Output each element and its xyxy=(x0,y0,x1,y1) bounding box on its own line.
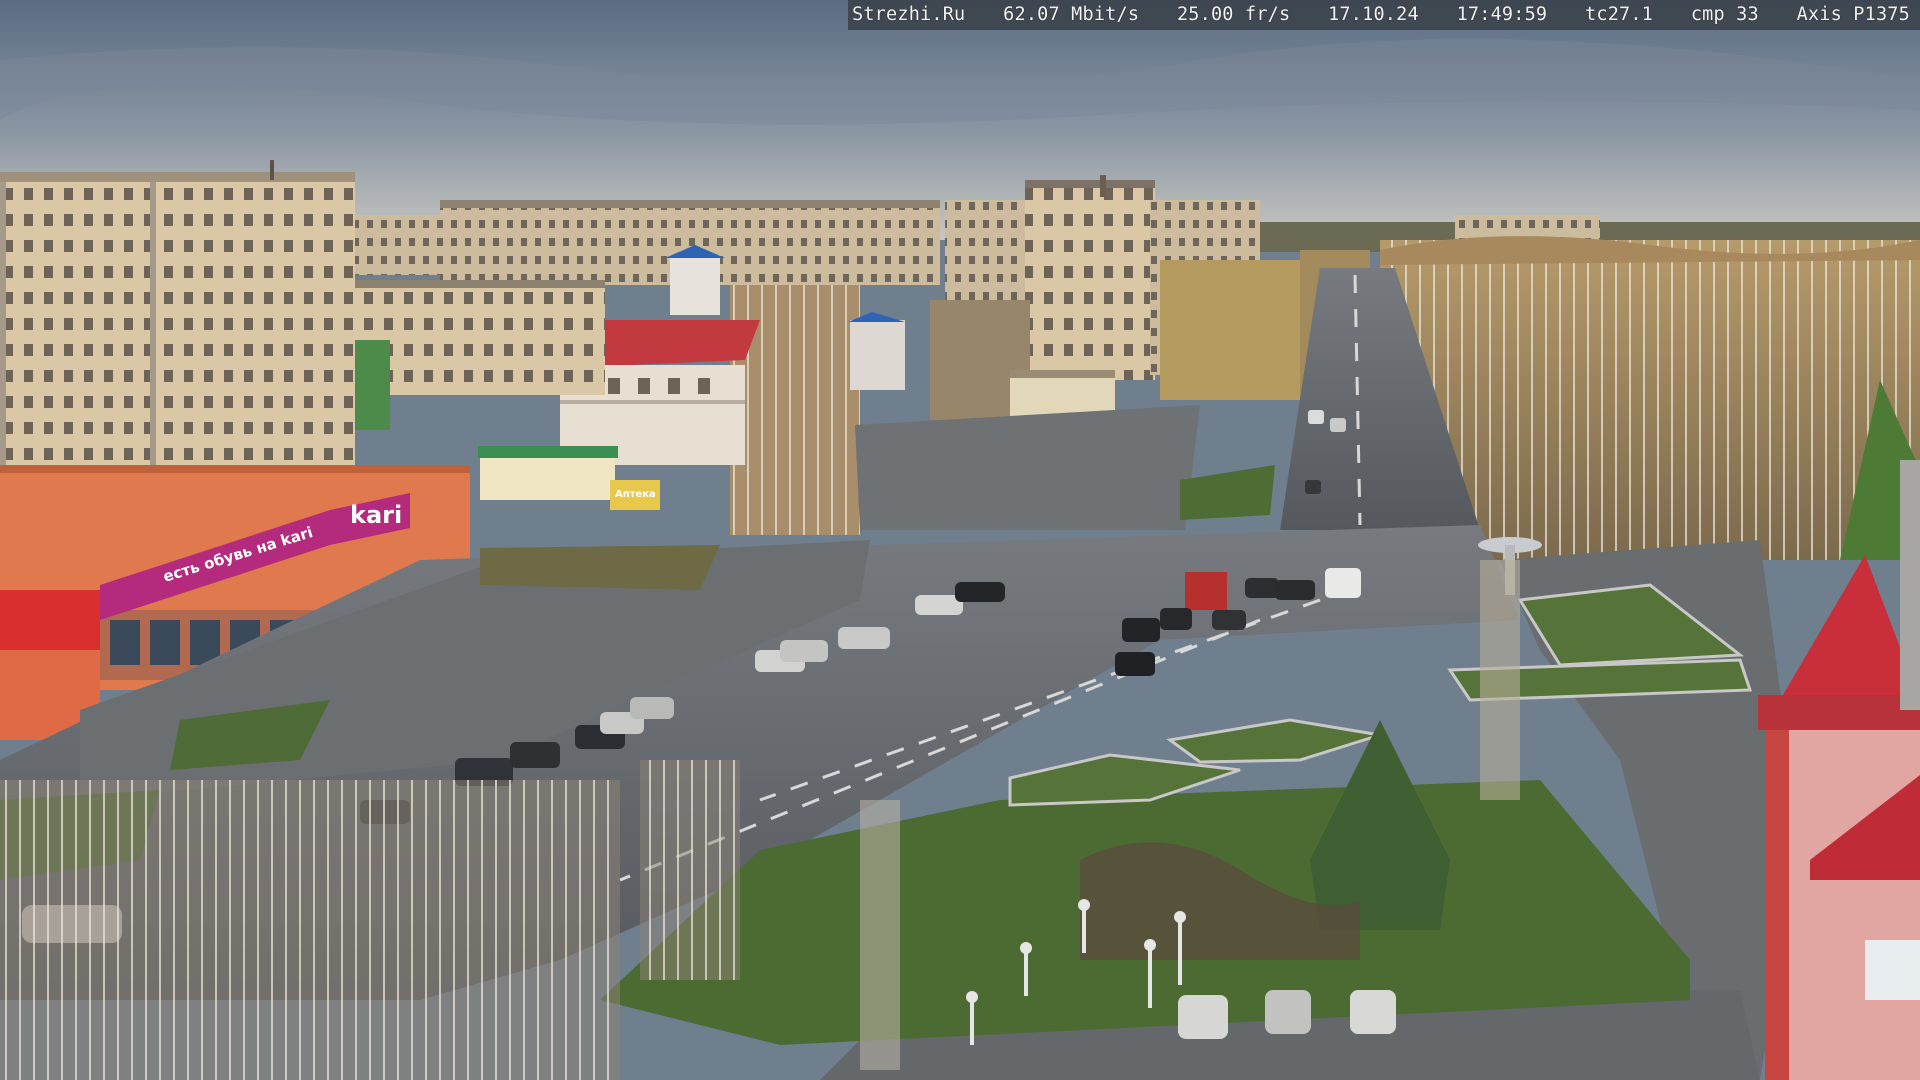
compression-readout: cmp 33 xyxy=(1690,4,1759,25)
bitrate-readout: 62.07 Mbit/s xyxy=(1003,4,1140,25)
date-readout: 17.10.24 xyxy=(1328,4,1419,25)
median-island-2 xyxy=(1166,718,1381,764)
pharmacy-sign: Аптека xyxy=(615,489,656,500)
tc-readout: tc27.1 xyxy=(1585,4,1654,25)
framerate-readout: 25.00 fr/s xyxy=(1176,4,1291,25)
webcam-frame: Аптека kari есть обувь на kari Strezhi.R… xyxy=(0,0,1920,1080)
lawn-plaza xyxy=(480,545,720,590)
time-readout: 17:49:59 xyxy=(1456,4,1548,25)
blue-roof-building xyxy=(848,312,905,390)
plaza-upper xyxy=(855,405,1200,530)
camera-info-overlay: Strezhi.Ru 62.07 Mbit/s 25.00 fr/s 17.10… xyxy=(848,0,1920,30)
site-name: Strezhi.Ru xyxy=(852,4,966,25)
lawn-center-median xyxy=(1180,465,1275,520)
city-street-scene: Аптека kari есть обувь на kari xyxy=(0,0,1920,1080)
kari-logo: kari xyxy=(350,501,402,529)
camera-model: Axis P1375 xyxy=(1796,4,1910,25)
